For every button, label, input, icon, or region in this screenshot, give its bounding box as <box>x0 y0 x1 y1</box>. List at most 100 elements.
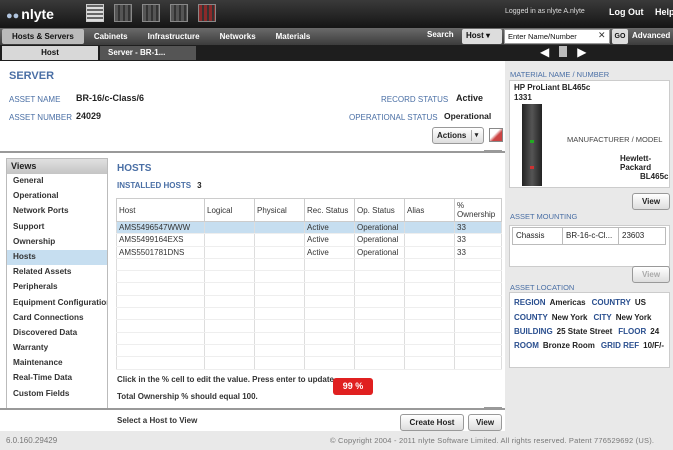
search-input[interactable] <box>504 29 610 44</box>
menu-infrastructure[interactable]: Infrastructure <box>138 32 210 41</box>
view-item-custom-fields[interactable]: Custom Fields <box>7 387 107 402</box>
version-text: 6.0.160.29429 <box>6 436 58 445</box>
cell-ownership[interactable]: 33 <box>454 246 502 259</box>
country-value: US <box>634 298 646 307</box>
next-arrow-icon[interactable]: ▶ <box>577 46 586 58</box>
operational-status-value: Operational <box>444 111 492 121</box>
view-item-general[interactable]: General <box>7 174 107 189</box>
mounting-number: 23603 <box>622 231 645 240</box>
col-alias[interactable]: Alias <box>404 198 455 222</box>
view-item-hosts[interactable]: Hosts <box>7 249 107 266</box>
advanced-search-link[interactable]: Advanced <box>632 31 670 40</box>
cabinet-module-icon[interactable] <box>142 4 160 22</box>
logged-in-text: Logged in as nlyte A.nlyte <box>505 8 585 15</box>
search-label: Search <box>427 30 454 39</box>
create-host-button[interactable]: Create Host <box>400 414 464 431</box>
section-divider <box>0 408 505 410</box>
col-op-status[interactable]: Op. Status <box>354 198 405 222</box>
tab-host[interactable]: Host <box>2 46 98 60</box>
room-value: Bronze Room <box>542 341 595 350</box>
document-icon[interactable] <box>559 46 568 57</box>
clear-search-icon[interactable]: ✕ <box>598 30 606 41</box>
mounting-row[interactable]: Chassis BR-16-c-Cl... 23603 <box>512 227 666 245</box>
view-mounting-button[interactable]: View <box>632 266 670 283</box>
actions-button[interactable]: Actions ▾ <box>432 127 484 144</box>
ownership-rule: Total Ownership % should equal 100. <box>117 392 258 401</box>
installed-hosts: INSTALLED HOSTS 3 <box>117 181 202 190</box>
table-row[interactable]: AMS5496547WWW Active Operational 33 <box>116 221 502 235</box>
chevron-down-icon: ▾ <box>486 31 491 40</box>
resize-grip[interactable] <box>484 407 502 410</box>
assets-module-icon[interactable] <box>86 4 104 22</box>
empty-row <box>116 332 502 345</box>
record-navigation: ◀ ▶ <box>540 46 586 58</box>
search-scope-select[interactable]: Host ▾ <box>462 29 502 44</box>
view-item-support[interactable]: Support <box>7 220 107 235</box>
reports-module-icon[interactable] <box>198 4 216 22</box>
logout-link[interactable]: Log Out <box>609 7 644 17</box>
county-label: COUNTY <box>514 313 548 322</box>
cell-op-status: Operational <box>354 221 405 235</box>
view-item-peripherals[interactable]: Peripherals <box>7 280 107 295</box>
help-link[interactable]: Help <box>655 7 673 17</box>
view-item-ownership[interactable]: Ownership <box>7 235 107 250</box>
floorplan-module-icon[interactable] <box>114 4 132 22</box>
col-rec-status[interactable]: Rec. Status <box>304 198 355 222</box>
view-item-related-assets[interactable]: Related Assets <box>7 265 107 280</box>
record-status-value: Active <box>456 93 484 103</box>
views-title: Views <box>7 159 107 174</box>
empty-row <box>116 270 502 284</box>
view-item-network-ports[interactable]: Network Ports <box>7 204 107 219</box>
view-item-equipment-configuration[interactable]: Equipment Configuration <box>7 296 107 311</box>
total-ownership-badge: 99 % <box>333 378 373 395</box>
tab-server[interactable]: Server - BR-1... <box>100 46 196 60</box>
floor-label: FLOOR <box>618 327 647 336</box>
country-label: COUNTRY <box>591 298 631 307</box>
col-physical[interactable]: Physical <box>254 198 305 222</box>
empty-row <box>116 295 502 309</box>
col-logical[interactable]: Logical <box>204 198 255 222</box>
table-row[interactable]: AMS5501781DNS Active Operational 33 <box>116 246 502 259</box>
empty-row <box>116 307 502 321</box>
cell-host: AMS5501781DNS <box>116 246 205 259</box>
menu-materials[interactable]: Materials <box>266 32 321 41</box>
asset-name-label: ASSET NAME <box>9 95 61 104</box>
location-line-4: ROOM Bronze Room GRID REF 10/F/- <box>514 341 670 350</box>
view-item-maintenance[interactable]: Maintenance <box>7 356 107 371</box>
view-item-warranty[interactable]: Warranty <box>7 341 107 356</box>
resize-grip[interactable] <box>484 150 502 153</box>
edit-icon[interactable] <box>489 128 503 142</box>
city-value: New York <box>615 313 652 322</box>
menu-networks[interactable]: Networks <box>210 32 266 41</box>
empty-row <box>116 319 502 333</box>
menu-cabinets[interactable]: Cabinets <box>84 32 138 41</box>
go-button[interactable]: GO <box>612 29 628 44</box>
view-item-real-time-data[interactable]: Real-Time Data <box>7 371 107 386</box>
table-row[interactable]: AMS5499164EXS Active Operational 33 <box>116 233 502 247</box>
nlyte-logo[interactable]: ●● nlyte <box>6 6 54 22</box>
col-ownership[interactable]: % Ownership <box>454 198 502 222</box>
model-value: BL465c <box>640 172 669 181</box>
location-line-3: BUILDING 25 State Street FLOOR 24 <box>514 327 665 336</box>
previous-arrow-icon[interactable]: ◀ <box>540 46 549 58</box>
region-value: Americas <box>549 298 586 307</box>
hosts-table: Host Logical Physical Rec. Status Op. St… <box>116 198 502 370</box>
menu-hosts-servers[interactable]: Hosts & Servers <box>2 29 84 44</box>
view-host-button[interactable]: View <box>468 414 502 431</box>
view-item-discovered-data[interactable]: Discovered Data <box>7 326 107 341</box>
cell-op-status: Operational <box>354 246 405 259</box>
page-title: SERVER <box>9 70 55 82</box>
record-status-label: RECORD STATUS <box>381 95 449 104</box>
cell-ownership[interactable]: 33 <box>454 233 502 247</box>
view-item-operational[interactable]: Operational <box>7 189 107 204</box>
gridref-value: 10/F/- <box>643 341 665 350</box>
cell-physical <box>254 233 305 247</box>
cell-ownership[interactable]: 33 <box>454 221 502 235</box>
operational-status-label: OPERATIONAL STATUS <box>349 113 438 122</box>
view-material-button[interactable]: View <box>632 193 670 210</box>
connections-module-icon[interactable] <box>170 4 188 22</box>
col-host[interactable]: Host <box>116 198 205 222</box>
section-divider <box>0 151 505 153</box>
view-item-card-connections[interactable]: Card Connections <box>7 311 107 326</box>
empty-row <box>116 356 502 370</box>
